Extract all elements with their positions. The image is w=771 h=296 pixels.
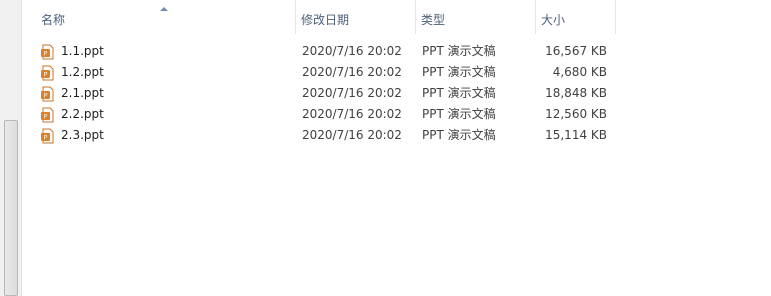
- file-type: PPT 演示文稿: [422, 44, 496, 58]
- file-size: 12,560 KB: [545, 107, 607, 121]
- file-type: PPT 演示文稿: [422, 128, 496, 142]
- svg-text:P: P: [44, 113, 48, 120]
- file-type: PPT 演示文稿: [422, 107, 496, 121]
- file-date: 2020/7/16 20:02: [302, 86, 402, 100]
- file-list: P 1.1.ppt 2020/7/16 20:02 PPT 演示文稿 16,56…: [22, 41, 771, 146]
- file-type: PPT 演示文稿: [422, 65, 496, 79]
- file-row[interactable]: P 2.3.ppt 2020/7/16 20:02 PPT 演示文稿 15,11…: [22, 125, 771, 146]
- file-row[interactable]: P 2.1.ppt 2020/7/16 20:02 PPT 演示文稿 18,84…: [22, 83, 771, 104]
- file-name-cell: P 1.1.ppt: [40, 41, 104, 62]
- file-name: 1.2.ppt: [61, 65, 104, 79]
- file-date: 2020/7/16 20:02: [302, 65, 402, 79]
- column-header-size[interactable]: 大小: [536, 0, 616, 34]
- file-date: 2020/7/16 20:02: [302, 107, 402, 121]
- file-date: 2020/7/16 20:02: [302, 128, 402, 142]
- file-size: 18,848 KB: [545, 86, 607, 100]
- column-header-type[interactable]: 类型: [416, 0, 536, 34]
- ppt-file-icon: P: [40, 128, 56, 144]
- file-size: 4,680 KB: [552, 65, 607, 79]
- ppt-file-icon: P: [40, 44, 56, 60]
- svg-text:P: P: [44, 50, 48, 57]
- file-name: 1.1.ppt: [61, 44, 104, 58]
- svg-text:P: P: [44, 92, 48, 99]
- file-size: 15,114 KB: [545, 128, 607, 142]
- file-type: PPT 演示文稿: [422, 86, 496, 100]
- ppt-file-icon: P: [40, 65, 56, 81]
- file-size: 16,567 KB: [545, 44, 607, 58]
- scrollbar-thumb[interactable]: [4, 120, 18, 296]
- file-name: 2.2.ppt: [61, 107, 104, 121]
- file-row[interactable]: P 1.2.ppt 2020/7/16 20:02 PPT 演示文稿 4,680…: [22, 62, 771, 83]
- file-name: 2.3.ppt: [61, 128, 104, 142]
- column-header-date[interactable]: 修改日期: [296, 0, 416, 34]
- file-name-cell: P 2.1.ppt: [40, 83, 104, 104]
- svg-text:P: P: [44, 71, 48, 78]
- file-name: 2.1.ppt: [61, 86, 104, 100]
- file-row[interactable]: P 2.2.ppt 2020/7/16 20:02 PPT 演示文稿 12,56…: [22, 104, 771, 125]
- file-row[interactable]: P 1.1.ppt 2020/7/16 20:02 PPT 演示文稿 16,56…: [22, 41, 771, 62]
- column-header-bar: 名称 修改日期 类型 大小: [22, 0, 771, 36]
- ppt-file-icon: P: [40, 107, 56, 123]
- file-name-cell: P 2.2.ppt: [40, 104, 104, 125]
- svg-text:P: P: [44, 134, 48, 141]
- vertical-scrollbar[interactable]: [0, 0, 22, 296]
- file-name-cell: P 2.3.ppt: [40, 125, 104, 146]
- column-header-name[interactable]: 名称: [36, 0, 296, 34]
- ppt-file-icon: P: [40, 86, 56, 102]
- file-date: 2020/7/16 20:02: [302, 44, 402, 58]
- file-name-cell: P 1.2.ppt: [40, 62, 104, 83]
